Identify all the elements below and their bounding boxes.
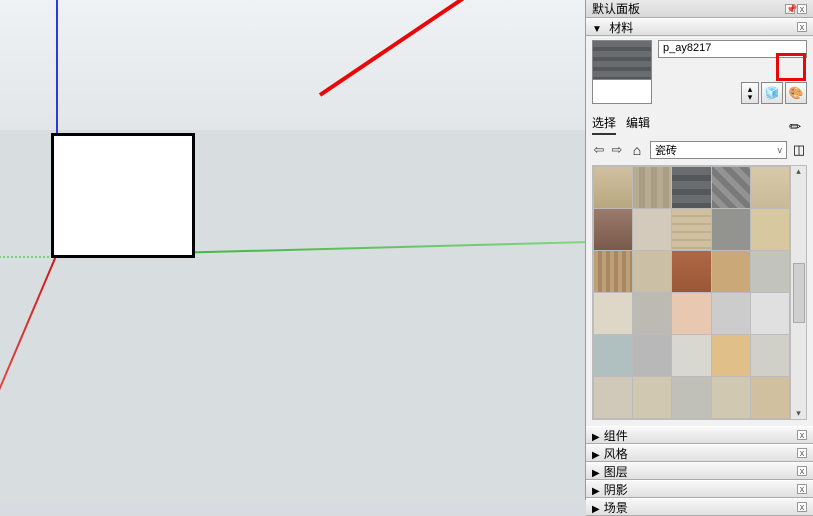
collapse-icon: ▶: [592, 468, 600, 479]
material-swatch[interactable]: [751, 293, 789, 334]
material-swatch[interactable]: [712, 209, 750, 250]
section-title: 图层: [604, 465, 628, 479]
section-close-icon[interactable]: x: [797, 448, 807, 458]
material-swatch[interactable]: [751, 251, 789, 292]
material-back-face: [593, 79, 651, 103]
material-swatch[interactable]: [672, 167, 710, 208]
scroll-down-icon[interactable]: ▾: [796, 408, 801, 419]
material-swatch[interactable]: [751, 377, 789, 418]
collapse-icon: ▶: [592, 486, 600, 497]
material-swatch[interactable]: [751, 335, 789, 376]
material-swatch[interactable]: [712, 251, 750, 292]
material-swatch[interactable]: [594, 377, 632, 418]
library-dropdown-label: 瓷砖: [655, 142, 677, 158]
material-swatch[interactable]: [594, 335, 632, 376]
section-close-icon[interactable]: x: [797, 502, 807, 512]
material-swatch[interactable]: [633, 251, 671, 292]
viewport-3d[interactable]: [0, 0, 585, 500]
material-swatch[interactable]: [594, 293, 632, 334]
cube-icon: 🧊: [765, 86, 780, 100]
tab-edit[interactable]: 编辑: [626, 114, 650, 135]
material-swatch[interactable]: [712, 377, 750, 418]
current-material-thumbnail[interactable]: [592, 40, 652, 104]
section-header-styles[interactable]: ▶ 风格 x: [586, 444, 813, 462]
section-title: 组件: [604, 429, 628, 443]
material-swatch[interactable]: [672, 335, 710, 376]
section-close-icon[interactable]: x: [797, 22, 807, 32]
collapse-icon: ▶: [592, 450, 600, 461]
nav-forward-button[interactable]: ⇨: [610, 142, 624, 158]
material-swatch[interactable]: [672, 209, 710, 250]
tray-close-icon[interactable]: x: [797, 4, 807, 14]
material-swatch-grid: [592, 165, 791, 420]
create-material-button[interactable]: 🧊: [761, 82, 783, 104]
material-swatch[interactable]: [712, 293, 750, 334]
section-title: 阴影: [604, 483, 628, 497]
swatch-scrollbar[interactable]: ▴ ▾: [791, 165, 807, 420]
nav-back-button[interactable]: ⇦: [592, 142, 606, 158]
model-face[interactable]: [51, 133, 195, 258]
material-toggle-button[interactable]: ▴ ▾: [741, 82, 759, 104]
material-swatch[interactable]: [633, 293, 671, 334]
material-swatch[interactable]: [633, 209, 671, 250]
material-swatch[interactable]: [633, 167, 671, 208]
eyedropper-button[interactable]: ✎: [785, 112, 810, 137]
materials-body: p_ay8217 ▴ ▾ 🧊 🎨 选择 编辑: [586, 36, 813, 426]
collapse-icon: ▶: [592, 504, 600, 515]
default-material-button[interactable]: 🎨: [785, 82, 807, 104]
chevron-down-icon: v: [778, 145, 783, 155]
expand-icon: ▼: [592, 24, 602, 35]
tray-pin-icon[interactable]: 📌: [785, 4, 795, 14]
section-header-layers[interactable]: ▶ 图层 x: [586, 462, 813, 480]
material-swatch[interactable]: [594, 251, 632, 292]
down-icon: ▾: [748, 93, 753, 101]
material-swatch[interactable]: [712, 335, 750, 376]
section-title-materials: 材料: [609, 21, 633, 35]
library-dropdown[interactable]: 瓷砖 v: [650, 141, 787, 159]
collapse-icon: ▶: [592, 432, 600, 443]
tray-title: 默认面板: [592, 0, 640, 17]
material-swatch[interactable]: [633, 377, 671, 418]
material-swatch[interactable]: [594, 209, 632, 250]
material-swatch[interactable]: [751, 167, 789, 208]
section-header-materials[interactable]: ▼ 材料 x: [586, 18, 813, 36]
tab-select[interactable]: 选择: [592, 114, 616, 135]
material-swatch[interactable]: [751, 209, 789, 250]
palette-icon: 🎨: [789, 86, 804, 100]
section-close-icon[interactable]: x: [797, 466, 807, 476]
section-title: 场景: [604, 501, 628, 515]
material-name-input[interactable]: p_ay8217: [658, 40, 807, 58]
tray-titlebar[interactable]: 默认面板 📌 x: [586, 0, 813, 18]
section-title: 风格: [604, 447, 628, 461]
material-front-face: [593, 41, 651, 79]
section-close-icon[interactable]: x: [797, 430, 807, 440]
sky: [0, 0, 585, 130]
material-swatch[interactable]: [672, 377, 710, 418]
section-header-scenes[interactable]: ▶ 场景 x: [586, 498, 813, 516]
section-header-components[interactable]: ▶ 组件 x: [586, 426, 813, 444]
scroll-up-icon[interactable]: ▴: [796, 166, 801, 177]
material-swatch[interactable]: [672, 293, 710, 334]
material-swatch[interactable]: [594, 167, 632, 208]
material-swatch[interactable]: [712, 167, 750, 208]
default-tray-panel: 默认面板 📌 x ▼ 材料 x p_ay8217 ▴ ▾: [585, 0, 813, 500]
scroll-thumb[interactable]: [793, 263, 805, 323]
section-close-icon[interactable]: x: [797, 484, 807, 494]
details-button[interactable]: ◫: [791, 142, 807, 158]
nav-home-button[interactable]: ⌂: [628, 142, 646, 158]
section-header-shadows[interactable]: ▶ 阴影 x: [586, 480, 813, 498]
material-swatch[interactable]: [672, 251, 710, 292]
material-swatch[interactable]: [633, 335, 671, 376]
